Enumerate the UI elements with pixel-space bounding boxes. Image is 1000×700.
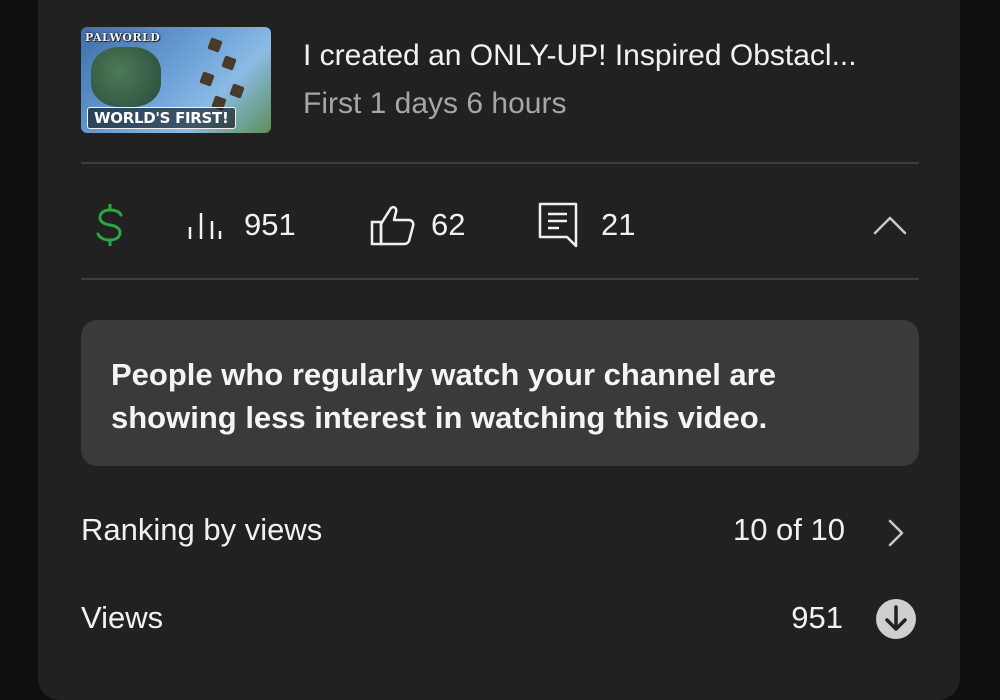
- chevron-right-icon: [887, 518, 905, 548]
- views-count: 951: [244, 207, 296, 242]
- thumbnail-block-graphic: [199, 71, 215, 87]
- comment-icon: [537, 201, 579, 249]
- thumbnail-tree-graphic: [91, 47, 161, 107]
- comments-stat[interactable]: 21: [537, 190, 635, 260]
- arrow-down-circle-icon[interactable]: [875, 598, 917, 640]
- video-thumbnail[interactable]: PALWORLD WORLD'S FIRST!: [81, 27, 271, 133]
- thumbnail-block-graphic: [207, 37, 223, 53]
- likes-count: 62: [431, 207, 466, 242]
- collapse-button[interactable]: [873, 190, 907, 260]
- divider: [81, 278, 919, 280]
- ranking-row[interactable]: Ranking by views 10 of 10: [81, 502, 919, 562]
- thumbnail-logo: PALWORLD: [85, 31, 161, 44]
- video-period: First 1 days 6 hours: [303, 87, 567, 120]
- insight-notice-text: People who regularly watch your channel …: [111, 357, 776, 435]
- views-row-label: Views: [81, 600, 164, 635]
- thumbnail-block-graphic: [221, 55, 237, 71]
- comments-count: 21: [601, 207, 636, 242]
- ranking-label: Ranking by views: [81, 512, 323, 547]
- bar-chart-icon: [186, 207, 222, 243]
- thumbnail-block-graphic: [229, 83, 245, 99]
- divider: [81, 162, 919, 164]
- views-row[interactable]: Views 951: [81, 590, 919, 650]
- dollar-icon: [95, 202, 125, 248]
- chevron-up-icon: [873, 215, 907, 235]
- stats-row: 951 62 21: [81, 190, 919, 260]
- views-row-value: 951: [791, 600, 843, 635]
- views-stat[interactable]: 951: [186, 190, 296, 260]
- insight-notice: People who regularly watch your channel …: [81, 320, 919, 466]
- video-header[interactable]: PALWORLD WORLD'S FIRST! I created an ONL…: [81, 27, 921, 137]
- thumbs-up-icon: [369, 202, 415, 248]
- video-title[interactable]: I created an ONLY-UP! Inspired Obstacl..…: [303, 39, 857, 73]
- thumbnail-badge: WORLD'S FIRST!: [87, 107, 236, 129]
- ranking-value: 10 of 10: [732, 512, 845, 547]
- likes-stat[interactable]: 62: [369, 190, 465, 260]
- monetization-stat[interactable]: [95, 190, 125, 260]
